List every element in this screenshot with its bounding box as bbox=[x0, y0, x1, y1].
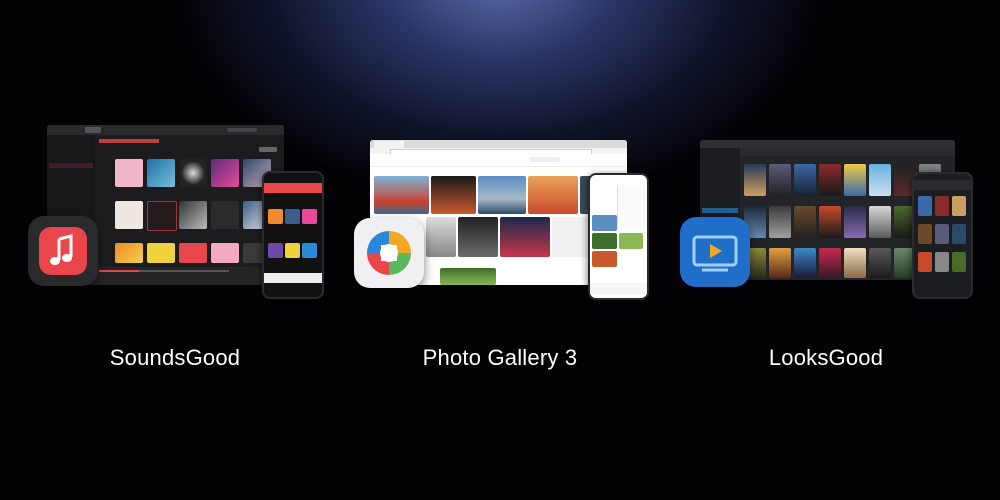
movie-poster bbox=[769, 164, 791, 196]
movie-poster bbox=[819, 206, 841, 238]
phone-poster bbox=[918, 224, 932, 244]
phone-poster bbox=[952, 196, 966, 216]
album-cover bbox=[179, 201, 207, 229]
phone-photo bbox=[592, 233, 617, 249]
browser-tab bbox=[374, 141, 404, 148]
soundsgood-phone-player bbox=[264, 273, 322, 283]
album-cover bbox=[211, 159, 239, 187]
album-cover bbox=[211, 201, 239, 229]
product-title-photo-gallery: Photo Gallery 3 bbox=[422, 345, 578, 370]
movie-poster bbox=[844, 164, 866, 196]
phone-menu-panel bbox=[617, 185, 646, 229]
phone-photo bbox=[592, 251, 617, 267]
movie-poster bbox=[869, 164, 891, 196]
album-cover bbox=[179, 159, 207, 187]
album-cover bbox=[147, 159, 175, 187]
music-note-icon bbox=[39, 227, 87, 275]
product-title-looksgood: LooksGood bbox=[768, 345, 884, 370]
movie-poster bbox=[869, 206, 891, 238]
looksgood-app-icon bbox=[680, 217, 750, 287]
browser-tab-bar bbox=[370, 140, 627, 148]
looksgood-sidebar-highlight bbox=[702, 208, 738, 213]
photo-thumbnail bbox=[552, 217, 592, 257]
movie-poster bbox=[744, 164, 766, 196]
photo-thumbnail bbox=[431, 176, 476, 214]
album-cover bbox=[147, 201, 177, 231]
photo-gallery-toolbar bbox=[370, 154, 627, 167]
photo-gallery-icon bbox=[367, 231, 411, 275]
photo-thumbnail bbox=[426, 217, 456, 257]
photo-thumbnail bbox=[440, 268, 496, 285]
movie-poster bbox=[844, 206, 866, 238]
photo-thumbnail bbox=[478, 176, 526, 214]
movie-poster bbox=[819, 164, 841, 196]
album-cover bbox=[115, 243, 143, 263]
phone-album-cover bbox=[302, 209, 317, 224]
album-cover bbox=[211, 243, 239, 263]
photo-gallery-phone bbox=[588, 173, 649, 300]
album-cover bbox=[115, 159, 143, 187]
movie-poster bbox=[794, 248, 816, 278]
movie-poster bbox=[794, 206, 816, 238]
phone-bottom-nav bbox=[590, 283, 647, 294]
phone-poster bbox=[918, 196, 932, 216]
phone-poster bbox=[935, 196, 949, 216]
phone-album-cover bbox=[285, 243, 300, 258]
movie-poster bbox=[869, 248, 891, 278]
soundsgood-filter-button bbox=[259, 147, 277, 152]
photo-thumbnail bbox=[458, 217, 498, 257]
soundsgood-phone-header bbox=[264, 183, 322, 193]
movie-poster bbox=[819, 248, 841, 278]
photo-thumbnail bbox=[528, 176, 578, 214]
phone-photo bbox=[592, 215, 617, 231]
looksgood-phone-header bbox=[914, 180, 971, 190]
phone-poster bbox=[918, 252, 932, 272]
movie-poster bbox=[844, 248, 866, 278]
soundsgood-breadcrumb bbox=[99, 139, 159, 143]
phone-poster bbox=[935, 224, 949, 244]
phone-album-cover bbox=[268, 243, 283, 258]
looksgood-filter-bar bbox=[740, 148, 955, 156]
album-cover bbox=[147, 243, 175, 263]
photo-gallery-search bbox=[530, 157, 560, 162]
phone-album-cover bbox=[302, 243, 317, 258]
product-title-soundsgood: SoundsGood bbox=[109, 345, 241, 370]
soundsgood-search-box bbox=[227, 128, 257, 132]
phone-poster bbox=[952, 252, 966, 272]
movie-poster bbox=[769, 206, 791, 238]
phone-photo bbox=[619, 233, 643, 249]
phone-poster bbox=[952, 224, 966, 244]
play-screen-icon bbox=[692, 235, 738, 272]
soundsgood-progress-fill bbox=[99, 270, 139, 272]
album-cover bbox=[179, 243, 207, 263]
photo-thumbnail bbox=[374, 176, 429, 214]
looksgood-top-bar bbox=[700, 140, 955, 148]
movie-poster bbox=[794, 164, 816, 196]
phone-album-cover bbox=[268, 209, 283, 224]
photo-thumbnail bbox=[500, 217, 550, 257]
album-cover bbox=[115, 201, 143, 229]
soundsgood-sidebar-highlight bbox=[49, 163, 93, 168]
soundsgood-app-icon bbox=[28, 216, 98, 286]
phone-album-cover bbox=[285, 209, 300, 224]
phone-poster bbox=[935, 252, 949, 272]
soundsgood-tab-active bbox=[85, 127, 101, 133]
looksgood-phone bbox=[912, 172, 973, 299]
soundsgood-phone bbox=[262, 171, 324, 299]
movie-poster bbox=[769, 248, 791, 278]
photo-gallery-app-icon bbox=[354, 218, 424, 288]
